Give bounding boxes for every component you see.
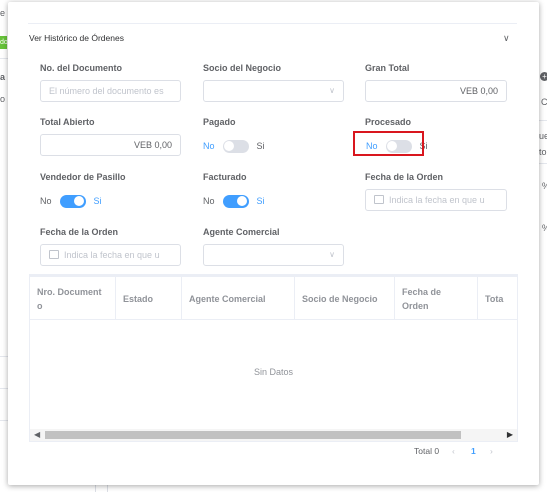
column-header[interactable]: Nro. Document o: [30, 277, 116, 320]
background-text: e: [0, 8, 6, 18]
order-date-input[interactable]: Indica la fecha en que u: [365, 189, 507, 211]
collapse-header-title[interactable]: Ver Histórico de Órdenes: [29, 33, 124, 43]
order-date-label: Fecha de la Orden: [40, 227, 119, 237]
background-divider: [0, 356, 8, 357]
switch-track[interactable]: [222, 194, 249, 208]
switch-no-label: No: [203, 141, 215, 151]
order-date-label: Fecha de la Orden: [365, 172, 444, 182]
background-divider: [539, 163, 547, 164]
background-text: ue: [539, 131, 547, 141]
scroll-right-icon[interactable]: ▶: [507, 430, 513, 439]
order-date-input[interactable]: Indica la fecha en que u: [40, 244, 181, 266]
aisle-seller-switch[interactable]: No Si: [40, 193, 102, 209]
paid-label: Pagado: [203, 117, 236, 127]
background-status-badge: do: [0, 36, 7, 49]
background-text: %: [542, 181, 547, 191]
table-empty-text: Sin Datos: [253, 367, 294, 377]
order-date-placeholder: Indica la fecha en que u: [64, 250, 160, 260]
background-text: to: [539, 147, 547, 157]
column-header[interactable]: Fecha de Orden: [395, 277, 478, 320]
business-partner-select[interactable]: ∨: [203, 80, 344, 102]
horizontal-scrollbar[interactable]: ◀ ▶: [30, 429, 517, 441]
background-divider: [107, 485, 108, 492]
switch-si-label: Si: [256, 141, 265, 151]
order-date-placeholder: Indica la fecha en que u: [389, 195, 485, 205]
sales-agent-select[interactable]: ∨: [203, 244, 344, 266]
scroll-left-icon[interactable]: ◀: [34, 430, 40, 439]
pagination-total: Total 0: [414, 446, 440, 456]
sales-agent-label: Agente Comercial: [203, 227, 280, 237]
table-header: Nro. Document o Estado Agente Comercial …: [30, 275, 517, 320]
column-header[interactable]: Agente Comercial: [182, 277, 295, 320]
background-divider: [0, 420, 8, 421]
open-total-label: Total Abierto: [40, 117, 95, 127]
next-page-icon[interactable]: ›: [490, 446, 493, 456]
background-text: %: [542, 223, 547, 233]
document-number-label: No. del Documento: [40, 63, 123, 73]
background-divider: [0, 58, 8, 59]
chevron-down-icon: ∨: [329, 250, 335, 259]
column-header[interactable]: Estado: [116, 277, 182, 320]
page-number[interactable]: 1: [471, 446, 476, 456]
invoiced-switch[interactable]: No Si: [203, 193, 265, 209]
chevron-down-icon: ∨: [329, 86, 335, 95]
prev-page-icon[interactable]: ‹: [452, 446, 455, 456]
background-text: a: [0, 72, 6, 82]
background-divider: [0, 388, 8, 389]
column-header[interactable]: Socio de Negocio: [295, 277, 395, 320]
order-history-dialog: Ver Histórico de Órdenes ∨ No. del Docum…: [8, 2, 539, 485]
calendar-icon: [374, 195, 384, 205]
background-text: C: [541, 97, 547, 107]
switch-track[interactable]: [222, 139, 249, 153]
open-total-input[interactable]: VEB 0,00: [40, 134, 181, 156]
invoiced-label: Facturado: [203, 172, 247, 182]
column-header[interactable]: Tota: [478, 277, 517, 320]
grand-total-input[interactable]: VEB 0,00: [365, 80, 507, 102]
business-partner-label: Socio del Negocio: [203, 63, 282, 73]
switch-si-label: Si: [93, 196, 102, 206]
switch-no-label: No: [203, 196, 215, 206]
scrollbar-thumb[interactable]: [45, 431, 461, 439]
calendar-icon: [49, 250, 59, 260]
highlight-box: [353, 131, 424, 156]
switch-no-label: No: [40, 196, 52, 206]
aisle-seller-label: Vendedor de Pasillo: [40, 172, 126, 182]
grand-total-label: Gran Total: [365, 63, 410, 73]
document-number-input[interactable]: El número del documento es: [40, 80, 181, 102]
paid-switch[interactable]: No Si: [203, 138, 265, 154]
switch-track[interactable]: [59, 194, 86, 208]
orders-table: Nro. Document o Estado Agente Comercial …: [29, 274, 518, 442]
background-text: o: [0, 94, 6, 104]
background-divider: [539, 120, 547, 121]
switch-si-label: Si: [256, 196, 265, 206]
add-icon[interactable]: +: [540, 72, 547, 81]
dialog-divider: [28, 23, 517, 24]
chevron-down-icon[interactable]: ∨: [503, 33, 510, 44]
background-divider: [95, 485, 96, 492]
processed-label: Procesado: [365, 117, 412, 127]
